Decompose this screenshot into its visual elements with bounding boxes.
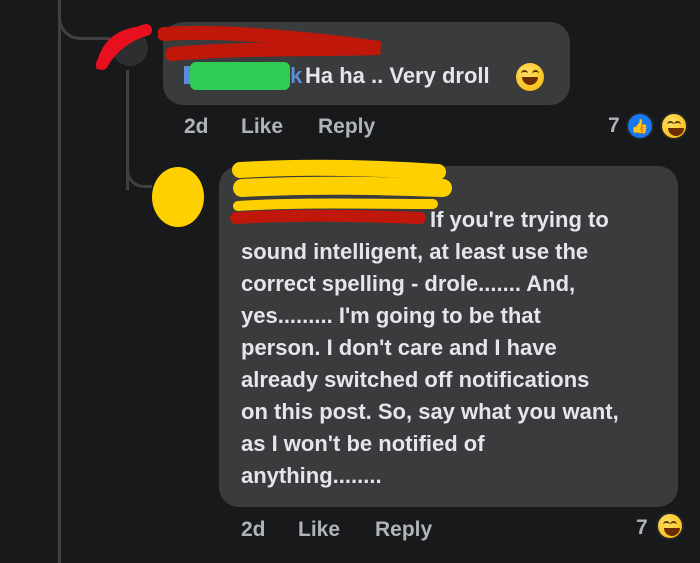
laughing-reaction-icon-2 bbox=[656, 512, 684, 540]
comment-text-2-line-1: If you're trying to bbox=[430, 207, 609, 232]
timestamp-1[interactable]: 2d bbox=[184, 115, 209, 139]
reaction-count-1[interactable]: 7 bbox=[608, 114, 620, 138]
laughing-emoji-icon bbox=[516, 63, 544, 91]
thread-line-left bbox=[58, 0, 61, 563]
redaction-name-2 bbox=[230, 159, 452, 224]
reply-button-1[interactable]: Reply bbox=[318, 115, 375, 139]
name-tail-1[interactable]: k bbox=[290, 60, 302, 92]
comment-line: person. I don't care and I have bbox=[241, 335, 557, 360]
comment-actions-1: 2d Like Reply bbox=[184, 115, 424, 143]
comment-text-2: sound intelligent, at least use the corr… bbox=[241, 236, 671, 492]
comment-line: sound intelligent, at least use the bbox=[241, 239, 589, 264]
comment-line: already switched off notifications bbox=[241, 367, 590, 392]
avatar-commenter-2[interactable] bbox=[148, 164, 208, 230]
reaction-count-2[interactable]: 7 bbox=[636, 516, 648, 540]
comment-line: as I won't be notified of bbox=[241, 431, 485, 456]
comment-text-1: Ha ha .. Very droll bbox=[305, 63, 490, 88]
comment-line: correct spelling - drole....... And, bbox=[241, 271, 576, 296]
comment-actions-2: 2d Like Reply bbox=[241, 518, 481, 546]
timestamp-2[interactable]: 2d bbox=[241, 518, 266, 542]
like-button-2[interactable]: Like bbox=[298, 518, 340, 542]
reply-button-2[interactable]: Reply bbox=[375, 518, 432, 542]
like-reaction-icon: 👍 bbox=[626, 112, 654, 140]
like-button-1[interactable]: Like bbox=[241, 115, 283, 139]
redaction-avatar-1 bbox=[96, 24, 152, 70]
redaction-name-green bbox=[190, 62, 290, 90]
laughing-reaction-icon-1 bbox=[660, 112, 688, 140]
comment-line: on this post. So, say what you want, bbox=[241, 399, 619, 424]
comment-line: anything........ bbox=[241, 463, 382, 488]
comment-line: yes......... I'm going to be that bbox=[241, 303, 541, 328]
